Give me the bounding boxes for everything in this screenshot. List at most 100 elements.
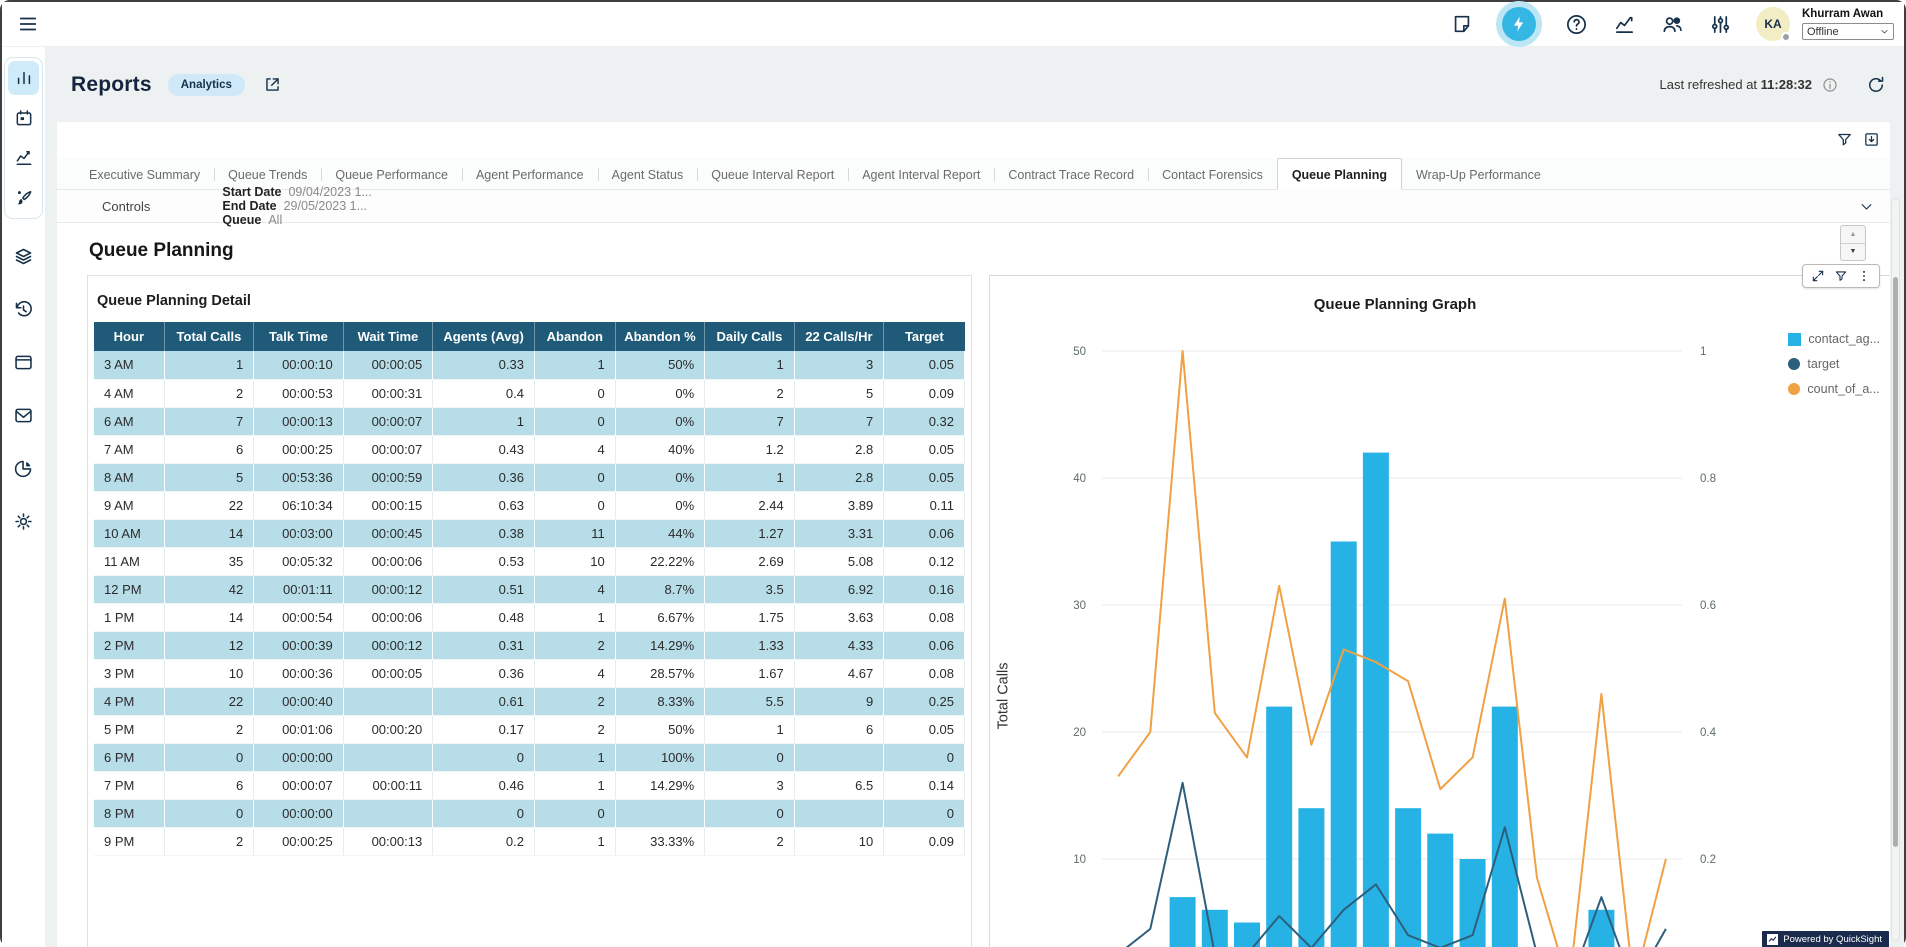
sidebar-item-trend[interactable] [8,141,39,175]
download-icon[interactable] [1863,131,1880,148]
table-cell: 1.75 [705,603,795,631]
column-header[interactable]: Total Calls [164,322,254,351]
svg-text:50: 50 [1073,346,1086,358]
table-cell: 6.92 [794,575,884,603]
sidebar-item-mail[interactable] [8,398,39,432]
table-cell: 00:00:20 [343,715,433,743]
sliders-icon[interactable] [1708,12,1732,36]
spinner-up-button[interactable]: ▲ [1841,226,1865,244]
table-cell: 00:00:06 [343,547,433,575]
column-header[interactable]: Hour [94,322,164,351]
table-cell: 00:00:36 [254,659,344,687]
sidebar-item-history[interactable] [8,292,39,326]
table-cell: 14.29% [615,631,705,659]
tab-queue-interval-report[interactable]: Queue Interval Report [697,160,848,189]
table-cell: 00:00:25 [254,827,344,855]
help-icon[interactable] [1564,12,1588,36]
lightning-icon[interactable] [1502,7,1536,41]
table-cell: 33.33% [615,827,705,855]
agents-icon[interactable] [1660,12,1684,36]
tab-executive-summary[interactable]: Executive Summary [75,160,214,189]
spinner-down-button[interactable]: ▼ [1841,244,1865,261]
control-label: End Date [222,199,276,213]
tab-queue-trends[interactable]: Queue Trends [214,160,321,189]
note-icon[interactable] [1450,12,1474,36]
table-cell: 5 PM [94,715,164,743]
table-cell: 4 AM [94,379,164,407]
hamburger-icon[interactable] [16,12,40,36]
sidebar-item-layers[interactable] [8,239,39,273]
filter-icon[interactable] [1836,131,1853,148]
control-end-date[interactable]: End Date29/05/2023 1... [222,199,371,213]
table-cell: 0 [705,799,795,827]
table-cell: 06:10:34 [254,491,344,519]
column-header[interactable]: Daily Calls [705,322,795,351]
powered-by-quicksight[interactable]: Powered by QuickSight [1762,931,1889,947]
tab-queue-performance[interactable]: Queue Performance [321,160,462,189]
table-cell: 0.05 [884,435,965,463]
sidebar-group [4,57,43,219]
sidebar-item-browser[interactable] [8,345,39,379]
vertical-scrollbar[interactable] [1891,198,1900,941]
table-cell: 0.25 [884,687,965,715]
tab-wrap-up-performance[interactable]: Wrap-Up Performance [1402,160,1555,189]
scrollbar-thumb[interactable] [1893,277,1898,847]
column-header[interactable]: Target [884,322,965,351]
column-header[interactable]: Talk Time [254,322,344,351]
table-cell: 7 [705,407,795,435]
table-row: 9 AM2206:10:3400:00:150.6300%2.443.890.1… [94,491,965,519]
tab-contact-forensics[interactable]: Contact Forensics [1148,160,1277,189]
table-cell: 8 PM [94,799,164,827]
column-header[interactable]: Abandon % [615,322,705,351]
table-cell: 0.11 [884,491,965,519]
line-chart-icon[interactable] [1612,12,1636,36]
table-cell: 2 [164,715,254,743]
table-cell: 4 [534,659,615,687]
table-cell [794,799,884,827]
status-select[interactable]: Offline [1802,23,1894,40]
table-cell: 0.2 [433,827,535,855]
tab-agent-interval-report[interactable]: Agent Interval Report [848,160,994,189]
sidebar-item-calendar[interactable] [8,101,39,135]
table-cell: 50% [615,715,705,743]
table-cell: 00:00:15 [343,491,433,519]
table-cell: 8.33% [615,687,705,715]
refresh-icon[interactable] [1866,75,1886,95]
expand-icon[interactable] [1811,269,1825,283]
avatar[interactable]: KA [1756,7,1790,41]
combo-chart[interactable]: 504030201010.80.60.40.2 [990,276,1890,947]
column-header[interactable]: Agents (Avg) [433,322,535,351]
sidebar-item-settings[interactable] [8,504,39,538]
table-cell: 11 [534,519,615,547]
table-cell: 1 PM [94,603,164,631]
table-cell: 40% [615,435,705,463]
tab-queue-planning[interactable]: Queue Planning [1277,158,1402,190]
table-cell: 3.31 [794,519,884,547]
info-icon[interactable] [1822,77,1838,93]
tab-contract-trace-record[interactable]: Contract Trace Record [994,160,1148,189]
tab-agent-status[interactable]: Agent Status [598,160,698,189]
table-cell [794,743,884,771]
column-header[interactable]: Abandon [534,322,615,351]
controls-label: Controls [102,199,150,214]
table-cell: 3.63 [794,603,884,631]
tab-agent-performance[interactable]: Agent Performance [462,160,598,189]
controls-collapse-chevron-icon[interactable] [1859,199,1874,214]
table-cell: 0.17 [433,715,535,743]
external-link-icon[interactable] [263,75,282,94]
sidebar-item-bar-chart[interactable] [8,61,39,95]
table-cell: 0 [534,407,615,435]
column-header[interactable]: Wait Time [343,322,433,351]
column-header[interactable]: 22 Calls/Hr [794,322,884,351]
table-cell: 0.05 [884,715,965,743]
sidebar-item-pie-chart[interactable] [8,451,39,485]
table-cell: 00:00:12 [343,575,433,603]
chart-filter-icon[interactable] [1834,269,1848,283]
table-cell: 1 [705,715,795,743]
table-cell: 3 PM [94,659,164,687]
sidebar-item-design[interactable] [8,181,39,215]
table-cell: 3 [705,771,795,799]
table-cell: 0 [164,743,254,771]
kebab-menu-icon[interactable] [1857,269,1871,283]
table-cell: 2 [164,827,254,855]
